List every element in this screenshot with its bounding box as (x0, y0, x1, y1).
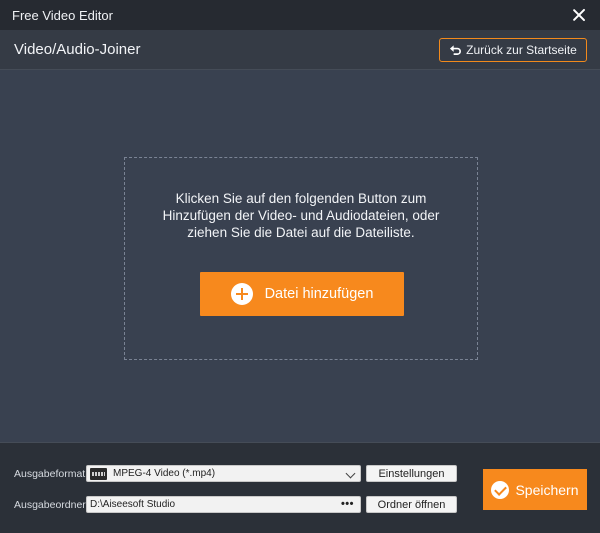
page-title: Video/Audio-Joiner (14, 41, 141, 58)
chevron-down-icon[interactable] (345, 468, 356, 479)
output-folder-field[interactable]: D:\Aiseesoft Studio ••• (86, 496, 361, 513)
hint-line: ziehen Sie die Datei auf die Dateiliste. (187, 225, 415, 240)
browse-dots-icon[interactable]: ••• (341, 499, 354, 510)
file-drop-zone[interactable]: Klicken Sie auf den folgenden Button zum… (124, 157, 478, 360)
save-button[interactable]: Speichern (483, 469, 587, 510)
open-folder-button[interactable]: Ordner öffnen (366, 496, 457, 513)
return-arrow-icon (450, 45, 462, 55)
hint-line: Hinzufügen der Video- und Audiodateien, … (162, 208, 440, 223)
output-format-label: Ausgabeformat: (14, 468, 89, 480)
close-icon[interactable] (570, 6, 588, 24)
add-file-button[interactable]: Datei hinzufügen (200, 272, 404, 316)
save-button-label: Speichern (515, 481, 579, 498)
video-format-icon (90, 467, 107, 480)
add-file-label: Datei hinzufügen (264, 286, 374, 302)
output-folder-value: D:\Aiseesoft Studio (90, 499, 176, 510)
back-button-label: Zurück zur Startseite (466, 42, 577, 57)
check-circle-icon (491, 480, 510, 499)
settings-button[interactable]: Einstellungen (366, 465, 457, 482)
footer-bar: Ausgabeformat: MPEG-4 Video (*.mp4) Eins… (0, 442, 600, 533)
header-bar: Video/Audio-Joiner Zurück zur Startseite (0, 30, 600, 70)
back-to-home-button[interactable]: Zurück zur Startseite (439, 37, 587, 62)
output-format-select[interactable]: MPEG-4 Video (*.mp4) (86, 465, 361, 482)
title-bar: Free Video Editor (0, 0, 600, 30)
window-title: Free Video Editor (12, 7, 113, 23)
main-area: Klicken Sie auf den folgenden Button zum… (0, 70, 600, 442)
plus-circle-icon (230, 283, 253, 305)
output-folder-label: Ausgabeordner: (14, 499, 89, 511)
drop-hint: Klicken Sie auf den folgenden Button zum… (125, 190, 477, 241)
hint-line: Klicken Sie auf den folgenden Button zum (175, 191, 427, 206)
output-format-value: MPEG-4 Video (*.mp4) (113, 468, 216, 479)
